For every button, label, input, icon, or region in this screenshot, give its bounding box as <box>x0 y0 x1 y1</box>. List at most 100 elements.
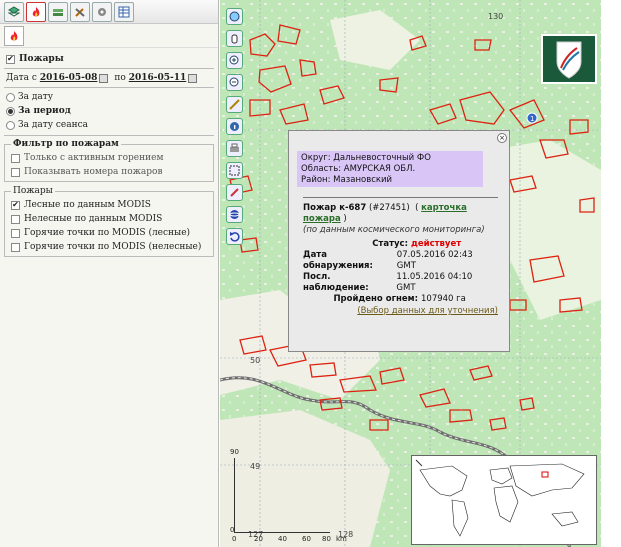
edit-button[interactable] <box>226 184 243 201</box>
pan-button[interactable] <box>226 30 243 47</box>
radio-icon[interactable] <box>6 92 15 102</box>
burned-area-value: 107940 га <box>421 294 466 304</box>
region-info: Округ: Дальневосточный ФО Область: АМУРС… <box>297 151 483 187</box>
rayon-text: Район: Мазановский <box>301 175 393 185</box>
zoom-in-button[interactable] <box>226 52 243 69</box>
calendar-icon[interactable] <box>188 73 198 83</box>
zoom-full-button[interactable] <box>226 8 243 25</box>
scale-tick: 40 <box>278 535 287 543</box>
fires-section-title: Пожары <box>19 54 64 64</box>
scale-h-axis <box>234 532 330 533</box>
filter-active-only[interactable]: Только с активным горением <box>5 151 213 165</box>
popup-divider <box>303 197 498 198</box>
map-viewport[interactable]: 1 130 50 49 127 128 × Округ: Дальневосто… <box>220 0 601 547</box>
fire-filter-group: Фильтр по пожарам Только с активным горе… <box>4 139 214 182</box>
info-icon <box>230 122 239 131</box>
ruler-icon <box>229 99 240 110</box>
page-scrollbar[interactable] <box>601 0 621 547</box>
minimap-collapse-icon[interactable] <box>415 459 423 467</box>
radio-by-date-label: За дату <box>18 92 54 102</box>
layers-tab[interactable] <box>4 1 24 22</box>
table-tab[interactable] <box>114 1 134 22</box>
zoom-in-icon <box>229 55 239 65</box>
fire-layer-button[interactable] <box>4 25 24 46</box>
app-window: ✔ Пожары Дата с 2016-05-08 по 2016-05-11… <box>0 0 621 547</box>
hand-icon <box>231 34 238 44</box>
measure-button[interactable] <box>226 96 243 113</box>
radio-by-date[interactable]: За дату <box>0 90 218 104</box>
checkbox-icon[interactable] <box>11 228 20 238</box>
print-button[interactable] <box>226 140 243 157</box>
grid-label-lat-50: 50 <box>250 356 261 365</box>
checkbox-icon[interactable]: ✔ <box>6 54 15 64</box>
left-panel: ✔ Пожары Дата с 2016-05-08 по 2016-05-11… <box>0 0 219 547</box>
last-observation-row: Посл. наблюдение: 11.05.2016 04:10 GMT <box>303 272 483 294</box>
map-tools <box>226 8 243 245</box>
tools-tab[interactable] <box>70 1 90 22</box>
close-icon[interactable]: × <box>497 133 507 143</box>
main-toolbar <box>0 0 218 24</box>
checkbox-icon[interactable] <box>11 153 20 163</box>
radio-icon[interactable] <box>6 120 15 130</box>
last-observation-value: 11.05.2016 04:10 GMT <box>396 272 473 293</box>
filter-show-numbers-label: Показывать номера пожаров <box>24 167 163 177</box>
layer-hot-nonforest-label: Горячие точки по MODIS (нелесные) <box>24 242 202 252</box>
detected-value: 07.05.2016 02:43 GMT <box>396 250 473 271</box>
radio-by-period[interactable]: За период <box>0 104 218 118</box>
date-from-value[interactable]: 2016-05-08 <box>40 73 98 83</box>
scale-tick: 60 <box>302 535 311 543</box>
fire-marker[interactable]: 1 <box>526 112 538 124</box>
radio-by-session-label: За дату сеанса <box>18 120 89 130</box>
fires-section-toggle[interactable]: ✔ Пожары <box>0 52 218 66</box>
layer-forest[interactable]: ✔ Лесные по данным MODIS <box>5 198 213 212</box>
fire-tab[interactable] <box>26 1 46 22</box>
date-to-value[interactable]: 2016-05-11 <box>129 73 187 83</box>
info-button[interactable] <box>226 118 243 135</box>
overview-map[interactable] <box>411 455 597 545</box>
date-range: Дата с 2016-05-08 по 2016-05-11 <box>0 71 218 85</box>
globe-icon <box>229 210 240 219</box>
burned-area-label: Пройдено огнем: <box>333 294 418 304</box>
scale-tick: 20 <box>254 535 263 543</box>
select-area-icon <box>229 165 240 176</box>
stack-icon <box>53 8 63 16</box>
pencil-icon <box>230 188 239 197</box>
radio-selected-icon[interactable] <box>6 106 15 116</box>
scale-tick: 0 <box>232 535 237 543</box>
calendar-icon[interactable] <box>99 73 109 83</box>
scale-v-axis <box>234 458 235 532</box>
undo-button[interactable] <box>226 228 243 245</box>
layer-hot-nonforest[interactable]: Горячие точки по MODIS (нелесные) <box>5 240 213 254</box>
layers-globe-button[interactable] <box>226 206 243 223</box>
tools-icon <box>75 7 85 17</box>
checkbox-icon[interactable] <box>11 214 20 224</box>
radio-by-session[interactable]: За дату сеанса <box>0 118 218 132</box>
settings-tab[interactable] <box>92 1 112 22</box>
layer-hot-forest[interactable]: Горячие точки по MODIS (лесные) <box>5 226 213 240</box>
status-row: Статус: действует <box>303 239 483 250</box>
date-from-label: Дата с <box>6 73 37 83</box>
fire-filter-title: Фильтр по пожарам <box>13 139 119 149</box>
world-map <box>415 459 585 537</box>
checkbox-icon[interactable]: ✔ <box>11 200 20 210</box>
undo-icon <box>230 232 240 242</box>
sub-toolbar <box>0 24 218 48</box>
forest-tab[interactable] <box>48 1 68 22</box>
select-area-button[interactable] <box>226 162 243 179</box>
date-to-label: по <box>114 73 126 83</box>
status-label: Статус: <box>372 239 408 249</box>
organization-logo <box>541 34 597 84</box>
oblast-text: Область: АМУРСКАЯ ОБЛ. <box>301 164 416 174</box>
checkbox-icon[interactable] <box>11 167 20 177</box>
layer-nonforest[interactable]: Нелесные по данным MODIS <box>5 212 213 226</box>
refine-data-link[interactable]: (Выбор данных для уточнения) <box>357 306 498 316</box>
detected-label: Дата обнаружения: <box>303 250 373 271</box>
fire-id: (#27451) <box>368 203 410 213</box>
checkbox-icon[interactable] <box>11 242 20 252</box>
fire-title: Пожар к-687 <box>303 203 367 213</box>
fire-icon <box>10 30 18 40</box>
zoom-out-button[interactable] <box>226 74 243 91</box>
gear-icon <box>98 7 106 16</box>
grid-label-lon-130: 130 <box>488 12 504 21</box>
filter-show-numbers[interactable]: Показывать номера пожаров <box>5 165 213 179</box>
